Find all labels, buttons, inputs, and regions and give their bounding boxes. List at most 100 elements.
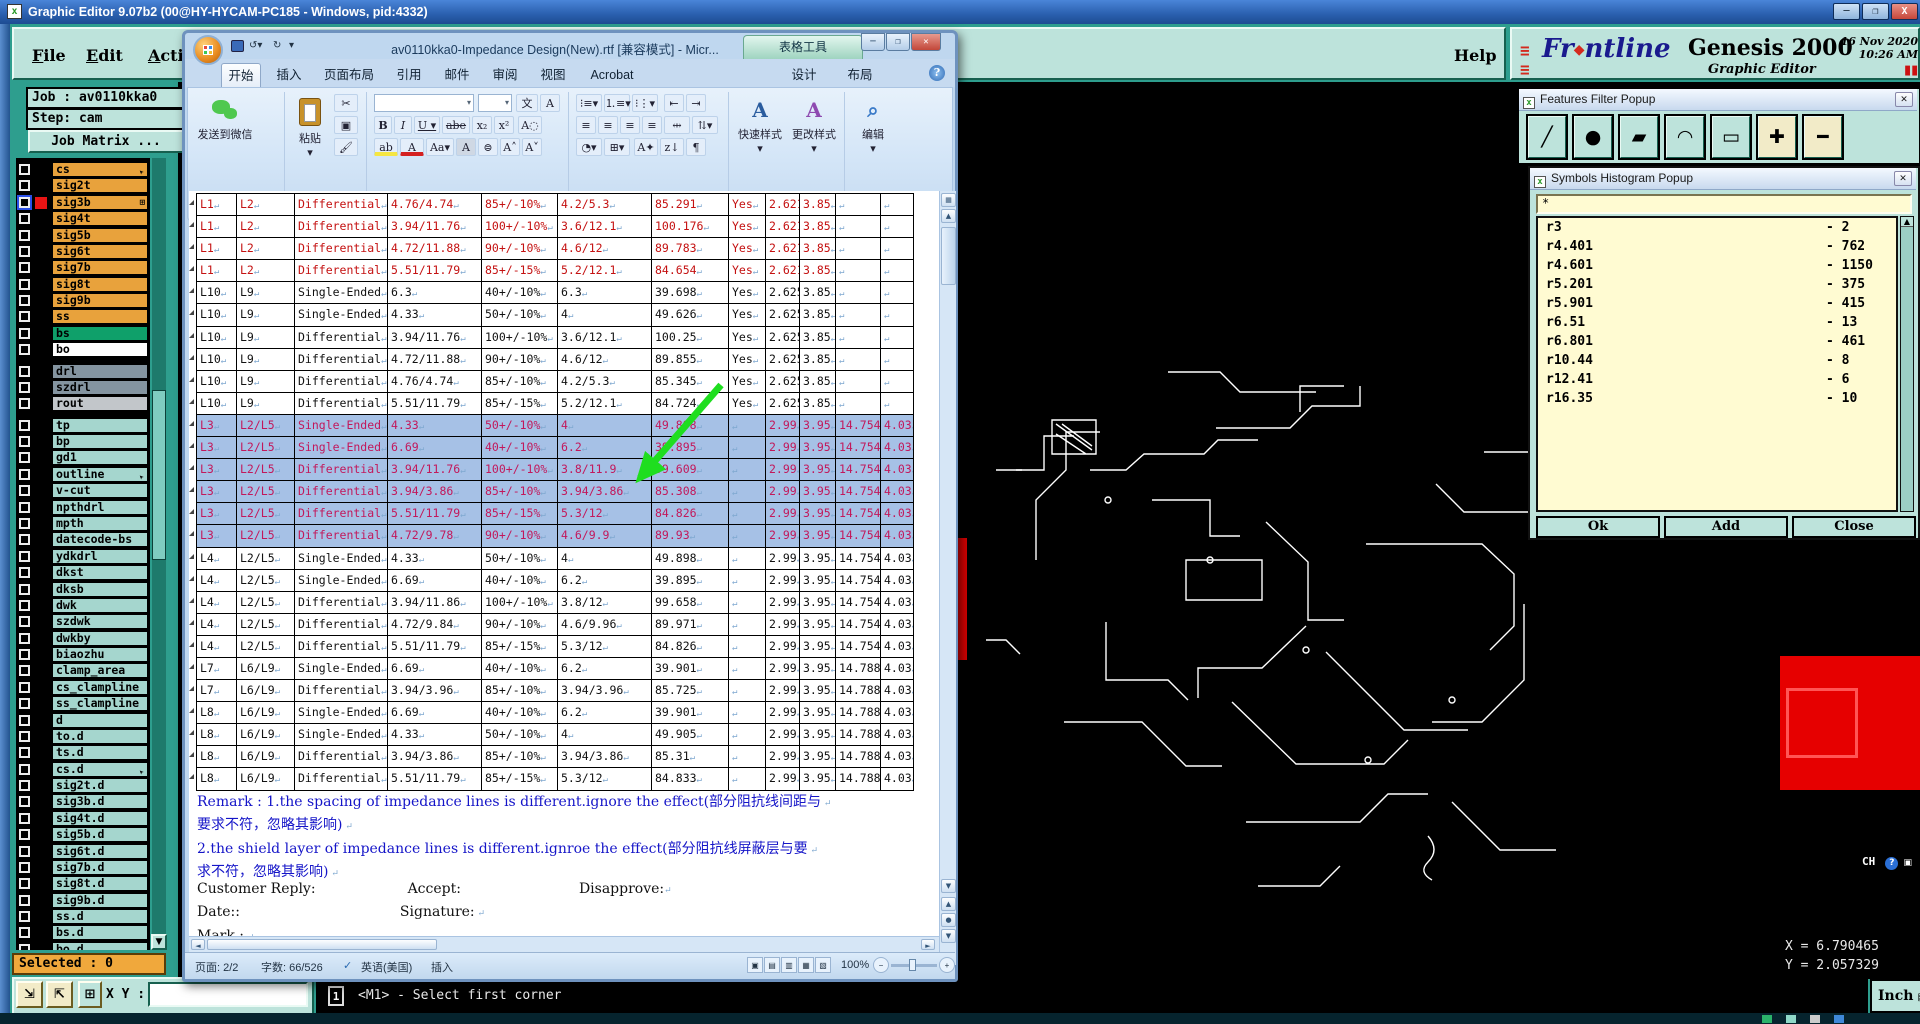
table-cell[interactable]: L3↵	[197, 481, 237, 503]
layer-checkbox[interactable]	[19, 911, 30, 923]
layer-checkbox[interactable]	[19, 344, 30, 356]
histogram-filter-input[interactable]: *	[1536, 194, 1912, 214]
table-row[interactable]: L3↵ L2/L5↵ Differential↵ 3.94/11.76↵ 100+/-1…	[197, 459, 914, 482]
table-cell[interactable]: 4.03↵	[881, 680, 914, 702]
layer-name[interactable]: sig2t	[52, 178, 148, 194]
cut-icon[interactable]: ✂	[334, 94, 358, 112]
layer-row-biaozhu[interactable]: biaozhu	[16, 647, 150, 663]
layer-name[interactable]: mpth	[52, 515, 148, 531]
quick-styles-button[interactable]: A 快速样式 ▾	[734, 92, 786, 204]
table-row[interactable]: L1↵ L2↵ Differential↵ 3.94/11.76↵ 100+/-10%↵…	[197, 216, 914, 239]
change-case-button[interactable]: Aa▾	[426, 138, 454, 156]
features-filter-titlebar[interactable]: x Features Filter Popup ✕	[1519, 89, 1917, 111]
table-cell[interactable]: ↵	[836, 326, 881, 348]
layer-checkbox[interactable]	[19, 295, 30, 307]
table-cell[interactable]: L2↵	[237, 238, 295, 260]
table-cell[interactable]: 14.754↵	[836, 613, 881, 635]
qat-more-icon[interactable]: ▾	[289, 39, 294, 54]
table-cell[interactable]: Differential↵	[295, 370, 388, 392]
table-cell[interactable]: 4.03↵	[881, 437, 914, 459]
table-cell[interactable]: 4↵	[558, 724, 652, 746]
table-cell[interactable]: 14.788↵	[836, 724, 881, 746]
layer-row-cs[interactable]: cs ➤	[16, 162, 150, 178]
table-cell[interactable]: L3↵	[197, 525, 237, 547]
table-row[interactable]: L8↵ L6/L9↵ Differential↵ 5.51/11.79↵ 85+/-15…	[197, 768, 914, 791]
table-cell[interactable]: 2.99↵	[766, 702, 800, 724]
layer-name[interactable]: cs ➤	[52, 162, 148, 177]
table-row[interactable]: L10↵ L9↵ Differential↵ 5.51/11.79↵ 85+/-15%↵…	[197, 392, 914, 415]
table-row[interactable]: L3↵ L2/L5↵ Differential↵ 5.51/11.79↵ 85+/-15…	[197, 503, 914, 526]
table-cell[interactable]: Yes↵	[729, 370, 766, 392]
layer-checkbox[interactable]	[19, 365, 30, 377]
table-cell[interactable]: L10↵	[197, 392, 237, 414]
layer-checkbox[interactable]	[19, 747, 30, 759]
table-cell[interactable]: Single-Ended↵	[295, 437, 388, 459]
table-cell[interactable]: 3.8/11.9↵	[558, 459, 652, 481]
layer-checkbox[interactable]	[19, 583, 30, 595]
table-row[interactable]: L8↵ L6/L9↵ Differential↵ 3.94/3.86↵ 85+/-10%…	[197, 746, 914, 769]
table-cell[interactable]: L8↵	[197, 724, 237, 746]
increase-indent-button[interactable]: ⇥	[686, 94, 706, 112]
layer-row-bo.d[interactable]: bo.d	[16, 941, 150, 950]
layer-checkbox[interactable]	[19, 927, 30, 939]
layer-row-sig3b.d[interactable]: sig3b.d	[16, 794, 150, 810]
table-cell[interactable]: ↵	[729, 503, 766, 525]
layer-checkbox[interactable]	[19, 213, 30, 225]
strikethrough-button[interactable]: abe	[442, 116, 470, 134]
table-row[interactable]: L3↵ L2/L5↵ Differential↵ 3.94/3.86↵ 85+/-10%…	[197, 481, 914, 504]
table-cell[interactable]: 84.654↵	[652, 260, 729, 282]
layer-name[interactable]: sig9b	[52, 293, 148, 309]
table-cell[interactable]: Single-Ended↵	[295, 414, 388, 437]
table-cell[interactable]: Single-Ended↵	[295, 657, 388, 680]
layer-name[interactable]: sig8t.d	[52, 876, 148, 892]
table-cell[interactable]: Differential↵	[295, 591, 388, 613]
tab-设计[interactable]: 设计	[781, 63, 827, 87]
measure-icon[interactable]: ⇲	[16, 981, 43, 1008]
filter-text-icon[interactable]: ▭	[1710, 114, 1752, 160]
histogram-row[interactable]: r4.601 - 1150	[1538, 256, 1896, 275]
table-cell[interactable]: Differential↵	[295, 635, 388, 657]
table-cell[interactable]: 85+/-15%↵	[482, 503, 558, 525]
table-cell[interactable]: 3.6/12.1↵	[558, 216, 652, 238]
xy-input[interactable]	[148, 982, 308, 1007]
layer-row-szdrl[interactable]: szdrl	[16, 379, 150, 396]
underline-button[interactable]: U ▾	[414, 116, 440, 134]
layer-row-sig7b.d[interactable]: sig7b.d	[16, 859, 150, 876]
layer-checkbox[interactable]	[19, 262, 30, 274]
table-row[interactable]: L4↵ L2/L5↵ Single-Ended↵ 6.69↵ 40+/-10%↵ 6.2↵…	[197, 569, 914, 592]
layer-row-sig2t[interactable]: sig2t	[16, 178, 150, 194]
table-cell[interactable]: 3.95↵	[800, 591, 836, 613]
table-cell[interactable]: 99.658↵	[652, 591, 729, 613]
table-cell[interactable]: 2.99↵	[766, 569, 800, 591]
table-cell[interactable]: ↵	[836, 194, 881, 216]
hscroll-thumb[interactable]	[207, 939, 437, 950]
table-cell[interactable]: 2.99↵	[766, 414, 800, 437]
table-cell[interactable]: L8↵	[197, 768, 237, 790]
table-cell[interactable]: 4.03↵	[881, 569, 914, 591]
table-cell[interactable]: 14.754↵	[836, 547, 881, 569]
table-cell[interactable]: ↵	[881, 260, 914, 282]
table-row[interactable]: L10↵ L9↵ Differential↵ 4.72/11.88↵ 90+/-10%↵…	[197, 348, 914, 371]
layer-checkbox[interactable]	[19, 829, 30, 841]
overview-box[interactable]	[1780, 656, 1920, 790]
table-cell[interactable]: 3.85↵	[800, 238, 836, 260]
table-cell[interactable]: L9↵	[237, 282, 295, 304]
table-cell[interactable]: 49.905↵	[652, 724, 729, 746]
table-cell[interactable]: L2/L5↵	[237, 525, 295, 547]
layer-row-datecode-bs[interactable]: datecode-bs	[16, 532, 150, 548]
table-cell[interactable]: 4.76/4.74↵	[388, 370, 482, 392]
layer-name[interactable]: biaozhu	[52, 647, 148, 663]
sort-button[interactable]: z↓	[660, 138, 684, 156]
layer-checkbox[interactable]	[19, 278, 30, 290]
table-cell[interactable]: 4.6/9.9↵	[558, 525, 652, 547]
layer-name[interactable]: sig6t	[52, 243, 148, 259]
table-cell[interactable]: 2.99↵	[766, 525, 800, 547]
layer-checkbox[interactable]	[19, 245, 30, 257]
layer-name[interactable]: ss.d	[52, 909, 148, 925]
layer-row-mpth[interactable]: mpth	[16, 515, 150, 532]
table-cell[interactable]: L2/L5↵	[237, 481, 295, 503]
table-cell[interactable]: 3.95↵	[800, 680, 836, 702]
table-cell[interactable]: L6/L9↵	[237, 768, 295, 790]
table-cell[interactable]: 2.99↵	[766, 635, 800, 657]
phonetic-icon[interactable]: 文	[516, 94, 538, 112]
